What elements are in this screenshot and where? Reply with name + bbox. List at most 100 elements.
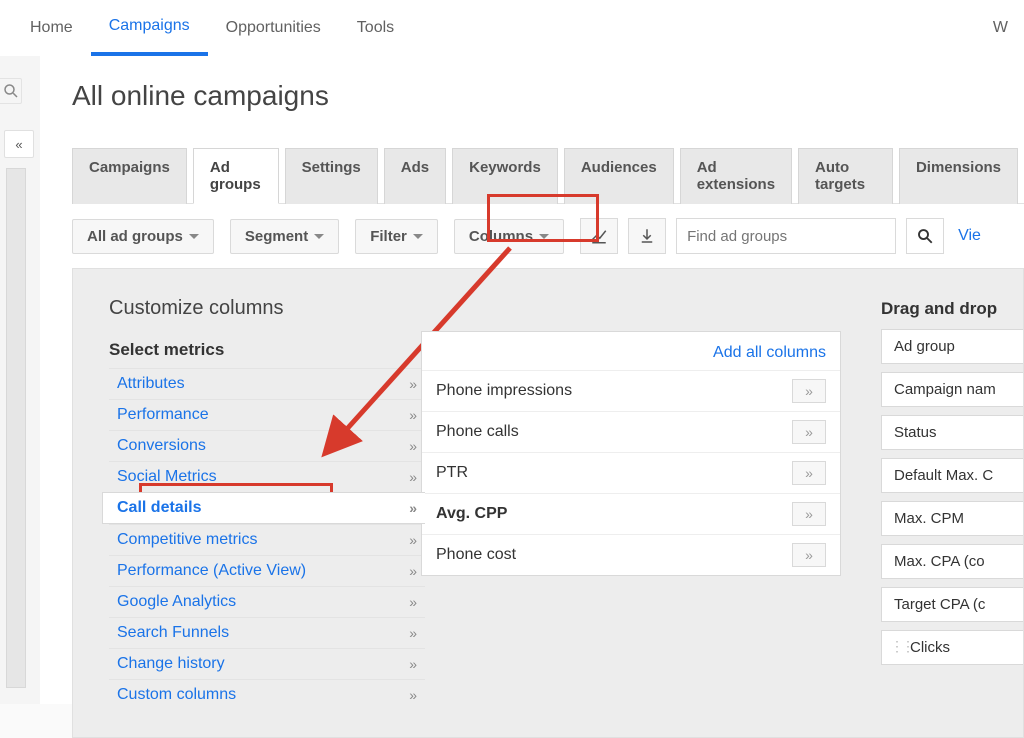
dd-item[interactable]: Max. CPA (co: [881, 544, 1024, 579]
select-metrics-label: Select metrics: [109, 340, 425, 360]
nav-tools[interactable]: Tools: [339, 0, 412, 56]
add-column-button[interactable]: »: [792, 379, 826, 403]
nav-right-char: W: [993, 19, 1012, 37]
customize-columns-panel: Customize columns Select metrics Attribu…: [72, 268, 1024, 738]
add-column-button[interactable]: »: [792, 543, 826, 567]
tab-keywords[interactable]: Keywords: [452, 148, 558, 204]
add-column-button[interactable]: »: [792, 502, 826, 526]
chevron-right-icon: »: [409, 594, 417, 610]
tab-ad-extensions[interactable]: Ad extensions: [680, 148, 792, 204]
chevron-down-icon: [539, 234, 549, 239]
dd-item[interactable]: Default Max. C: [881, 458, 1024, 493]
dd-item-clicks[interactable]: Clicks: [881, 630, 1024, 665]
nav-opportunities[interactable]: Opportunities: [208, 0, 339, 56]
col-label: PTR: [436, 464, 468, 482]
chevron-right-icon: »: [409, 438, 417, 454]
tab-audiences[interactable]: Audiences: [564, 148, 674, 204]
metric-call-details[interactable]: Call details »: [102, 492, 425, 524]
metric-active-view[interactable]: Performance (Active View) »: [109, 555, 425, 586]
columns-dropdown[interactable]: Columns: [454, 219, 564, 254]
metric-label: Google Analytics: [117, 593, 236, 611]
tab-dimensions[interactable]: Dimensions: [899, 148, 1018, 204]
left-strip: [6, 168, 26, 688]
col-row-ptr: PTR »: [422, 452, 840, 493]
left-rail: «: [0, 56, 40, 704]
metric-competitive[interactable]: Competitive metrics »: [109, 524, 425, 555]
metric-label: Call details: [117, 499, 201, 517]
search-go-button[interactable]: [906, 218, 944, 254]
metric-label: Performance: [117, 406, 209, 424]
col-row-avg-cpp: Avg. CPP »: [422, 493, 840, 534]
metric-label: Search Funnels: [117, 624, 229, 642]
filter-dropdown[interactable]: Filter: [355, 219, 438, 254]
download-icon-button[interactable]: [628, 218, 666, 254]
metric-performance[interactable]: Performance »: [109, 399, 425, 430]
chevron-down-icon: [189, 234, 199, 239]
metric-label: Change history: [117, 655, 225, 673]
chevron-down-icon: [314, 234, 324, 239]
chevron-right-icon: »: [409, 532, 417, 548]
drag-drop-title: Drag and drop: [881, 299, 1024, 319]
search-box[interactable]: [676, 218, 896, 254]
tab-auto-targets[interactable]: Auto targets: [798, 148, 893, 204]
dd-item[interactable]: Campaign nam: [881, 372, 1024, 407]
tab-ad-groups[interactable]: Ad groups: [193, 148, 279, 204]
toolbar: All ad groups Segment Filter Columns Vie: [72, 203, 1024, 268]
metric-label: Performance (Active View): [117, 562, 306, 580]
metric-change-history[interactable]: Change history »: [109, 648, 425, 679]
metric-label: Custom columns: [117, 686, 236, 704]
add-column-button[interactable]: »: [792, 461, 826, 485]
nav-campaigns[interactable]: Campaigns: [91, 0, 208, 56]
metric-search-funnels[interactable]: Search Funnels »: [109, 617, 425, 648]
nav-home[interactable]: Home: [12, 0, 91, 56]
segment-dropdown[interactable]: Segment: [230, 219, 339, 254]
search-input[interactable]: [677, 228, 895, 245]
add-all-columns-link[interactable]: Add all columns: [713, 344, 826, 361]
metric-attributes[interactable]: Attributes»: [109, 368, 425, 399]
top-nav: Home Campaigns Opportunities Tools W: [0, 0, 1024, 56]
metrics-column: Select metrics Attributes» Performance» …: [109, 340, 425, 710]
col-row-phone-impressions: Phone impressions »: [422, 370, 840, 411]
tab-settings[interactable]: Settings: [285, 148, 378, 204]
chevron-right-icon: »: [409, 656, 417, 672]
secondary-tabs: Campaigns Ad groups Settings Ads Keyword…: [72, 148, 1024, 204]
dd-item[interactable]: Ad group: [881, 329, 1024, 364]
chevron-right-icon: »: [409, 407, 417, 423]
all-ad-groups-dropdown[interactable]: All ad groups: [72, 219, 214, 254]
metric-label: Social Metrics: [117, 468, 217, 486]
tab-ads[interactable]: Ads: [384, 148, 446, 204]
chart-icon-button[interactable]: [580, 218, 618, 254]
add-column-button[interactable]: »: [792, 420, 826, 444]
all-ad-groups-label: All ad groups: [87, 228, 183, 245]
chevron-right-icon: »: [409, 376, 417, 392]
chevron-right-icon: »: [409, 500, 417, 516]
col-label: Phone cost: [436, 546, 516, 564]
metric-label: Conversions: [117, 437, 206, 455]
chevron-right-icon: »: [409, 625, 417, 641]
metric-label: Competitive metrics: [117, 531, 257, 549]
dd-item[interactable]: Target CPA (c: [881, 587, 1024, 622]
metric-conversions[interactable]: Conversions »: [109, 430, 425, 461]
chevron-down-icon: [413, 234, 423, 239]
search-mini-icon[interactable]: [0, 78, 22, 104]
metric-custom-columns[interactable]: Custom columns »: [109, 679, 425, 710]
main-content: All online campaigns Campaigns Ad groups…: [40, 56, 1024, 704]
segment-label: Segment: [245, 228, 308, 245]
col-label: Phone calls: [436, 423, 519, 441]
available-columns-box: Add all columns Phone impressions » Phon…: [421, 331, 841, 576]
metric-social[interactable]: Social Metrics»: [109, 461, 425, 492]
col-label: Avg. CPP: [436, 505, 507, 523]
collapse-sidebar-button[interactable]: «: [4, 130, 34, 158]
add-all-link-row: Add all columns: [422, 332, 840, 370]
dd-item[interactable]: Status: [881, 415, 1024, 450]
chevron-right-icon: »: [409, 563, 417, 579]
metric-google-analytics[interactable]: Google Analytics »: [109, 586, 425, 617]
col-label: Phone impressions: [436, 382, 572, 400]
view-link[interactable]: Vie: [958, 227, 981, 245]
chevron-right-icon: »: [409, 687, 417, 703]
col-row-phone-cost: Phone cost »: [422, 534, 840, 575]
drag-drop-section: Drag and drop Ad group Campaign nam Stat…: [881, 299, 1024, 673]
filter-label: Filter: [370, 228, 407, 245]
tab-campaigns[interactable]: Campaigns: [72, 148, 187, 204]
dd-item[interactable]: Max. CPM: [881, 501, 1024, 536]
